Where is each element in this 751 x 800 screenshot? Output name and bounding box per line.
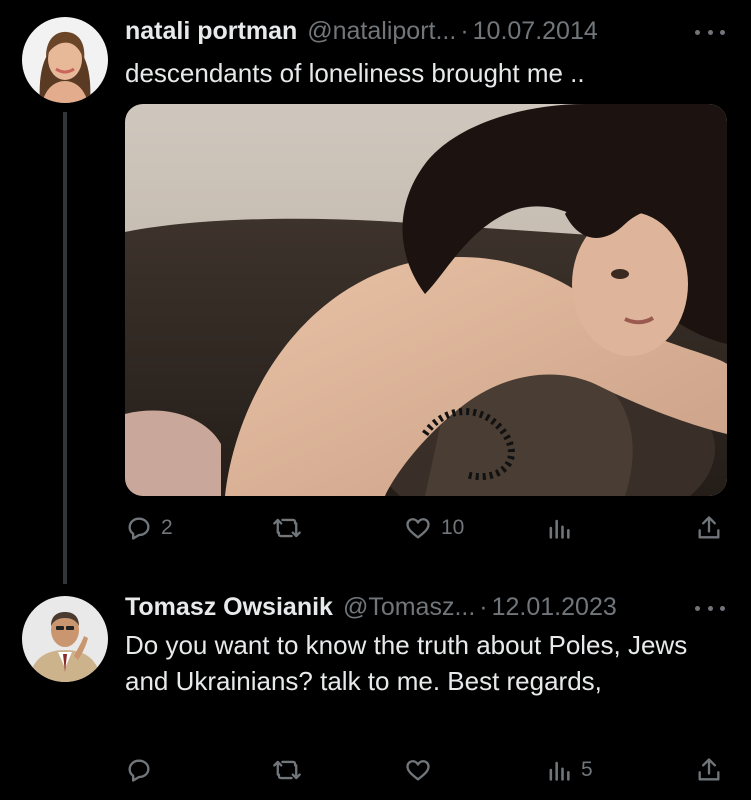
tweet-media-photo[interactable] (125, 104, 727, 496)
tweet-header: Tomasz Owsianik @Tomasz... · 12.01.2023 (125, 589, 617, 625)
like-icon (406, 760, 430, 781)
author-name[interactable]: natali portman (125, 17, 297, 46)
tweet-date[interactable]: 12.01.2023 (492, 593, 617, 622)
retweet-icon (273, 518, 301, 538)
reply-button[interactable]: 2 (125, 510, 173, 546)
separator-dot: · (460, 16, 469, 45)
tweet-actions: 5 (125, 752, 727, 788)
reply-count: 2 (161, 516, 173, 539)
retweet-button[interactable] (272, 752, 302, 788)
reply-icon (128, 517, 150, 540)
author-name[interactable]: Tomasz Owsianik (125, 593, 333, 622)
tweet-date[interactable]: 10.07.2014 (473, 17, 598, 46)
tweet-text: descendants of loneliness brought me .. (125, 58, 585, 88)
reply-button[interactable] (125, 752, 153, 788)
like-button[interactable] (403, 752, 433, 788)
like-icon (406, 518, 430, 539)
tweet-actions: 2 10 (125, 510, 727, 546)
more-icon[interactable] (695, 22, 725, 42)
more-icon[interactable] (695, 598, 725, 618)
reply-icon (128, 759, 150, 782)
tweet-header: natali portman @nataliport... · 10.07.20… (125, 13, 598, 49)
retweet-button[interactable] (272, 510, 302, 546)
share-button[interactable] (695, 510, 723, 546)
share-icon (698, 516, 720, 539)
views-icon (549, 519, 570, 539)
views-count: 5 (581, 758, 593, 781)
thread-line (63, 112, 67, 584)
tweet-text: Do you want to know the truth about Pole… (125, 630, 688, 696)
like-button[interactable]: 10 (403, 510, 464, 546)
tweet-1[interactable]: natali portman @nataliport... · 10.07.20… (0, 0, 751, 584)
avatar-natali[interactable] (22, 17, 108, 103)
views-button[interactable]: 5 (545, 752, 593, 788)
like-count: 10 (441, 516, 465, 539)
views-button[interactable] (545, 510, 573, 546)
author-handle[interactable]: @Tomasz... (343, 593, 475, 622)
views-icon (549, 761, 570, 781)
author-handle[interactable]: @nataliport... (307, 17, 456, 46)
tweet-2[interactable]: Tomasz Owsianik @Tomasz... · 12.01.2023 … (0, 584, 751, 800)
separator-dot: · (479, 592, 488, 621)
share-icon (698, 758, 720, 781)
share-button[interactable] (695, 752, 723, 788)
avatar-tomasz[interactable] (22, 596, 108, 682)
retweet-icon (273, 760, 301, 780)
